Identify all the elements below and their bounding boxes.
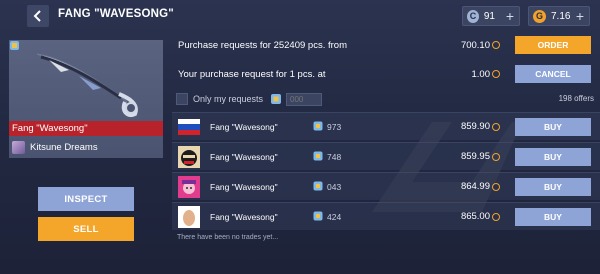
egg-icon bbox=[178, 206, 200, 228]
only-my-requests-checkbox[interactable] bbox=[176, 93, 188, 105]
float-icon bbox=[313, 211, 323, 221]
float-icon bbox=[313, 121, 323, 131]
silver-coin-icon: C bbox=[467, 9, 479, 23]
gold-coin-icon bbox=[492, 70, 500, 78]
gold-balance-value: 7.16 bbox=[551, 10, 571, 22]
your-price-value: 1.00 bbox=[471, 68, 491, 80]
no-trades-note: There have been no trades yet... bbox=[177, 234, 279, 241]
collection-name: Kitsune Dreams bbox=[30, 141, 98, 153]
purchase-requests-text: Purchase requests for 252409 pcs. from bbox=[178, 39, 347, 51]
offer-price-value: 859.90 bbox=[460, 121, 490, 132]
offer-name: Fang "Wavesong" bbox=[210, 122, 278, 132]
back-button[interactable] bbox=[27, 5, 49, 27]
page-title: FANG "WAVESONG" bbox=[58, 8, 174, 20]
offer-float: 748 bbox=[327, 152, 342, 162]
item-name: Fang "Wavesong" bbox=[9, 121, 163, 136]
sell-button[interactable]: SELL bbox=[38, 217, 134, 241]
offer-float: 424 bbox=[327, 212, 342, 222]
buy-button[interactable]: BUY bbox=[515, 178, 591, 196]
add-gold-button[interactable]: + bbox=[576, 9, 584, 23]
purchase-requests-price: 700.10 bbox=[461, 40, 500, 51]
float-icon bbox=[313, 151, 323, 161]
offer-row: Fang "Wavesong" 973 859.90 BUY bbox=[172, 112, 600, 140]
purchase-requests-row: Purchase requests for 252409 pcs. from 7… bbox=[172, 32, 600, 58]
offer-float: 973 bbox=[327, 122, 342, 132]
avatar bbox=[178, 116, 200, 138]
pink-anime-character-icon bbox=[178, 176, 200, 198]
gold-balance: G 7.16 + bbox=[528, 6, 590, 26]
offer-row: Fang "Wavesong" 748 859.95 BUY bbox=[172, 142, 600, 170]
order-button[interactable]: ORDER bbox=[515, 36, 591, 54]
back-arrow-icon bbox=[33, 10, 41, 22]
buy-button[interactable]: BUY bbox=[515, 148, 591, 166]
avatar bbox=[178, 206, 200, 228]
top-bar: FANG "WAVESONG" C 91 + G 7.16 + bbox=[0, 0, 600, 32]
gold-coin-icon bbox=[492, 152, 500, 161]
avatar bbox=[178, 176, 200, 198]
knife-image bbox=[36, 53, 138, 117]
gold-coin-icon bbox=[492, 122, 500, 131]
offer-price-value: 859.95 bbox=[460, 151, 490, 162]
offer-price-value: 864.99 bbox=[460, 181, 490, 192]
offer-price: 865.00 bbox=[461, 211, 500, 222]
collection-label: Kitsune Dreams bbox=[9, 139, 163, 155]
offer-price: 864.99 bbox=[461, 181, 500, 192]
offer-row: Fang "Wavesong" 043 864.99 BUY bbox=[172, 172, 600, 200]
offer-float: 043 bbox=[327, 182, 342, 192]
add-silver-button[interactable]: + bbox=[506, 9, 514, 23]
purchase-price-value: 700.10 bbox=[460, 39, 490, 51]
your-request-price: 1.00 bbox=[471, 68, 500, 80]
offer-price-value: 865.00 bbox=[460, 211, 490, 222]
collection-icon bbox=[12, 140, 25, 154]
buy-button[interactable]: BUY bbox=[515, 118, 591, 136]
your-request-row: Your purchase request for 1 pcs. at 1.00… bbox=[172, 61, 600, 87]
float-filter-input[interactable] bbox=[286, 93, 322, 106]
offer-row: Fang "Wavesong" 424 865.00 BUY bbox=[172, 202, 600, 230]
float-icon bbox=[313, 181, 323, 191]
silver-balance-value: 91 bbox=[483, 10, 495, 22]
inspect-button[interactable]: INSPECT bbox=[38, 187, 134, 211]
gold-coin-icon: G bbox=[533, 9, 546, 23]
rarity-icon bbox=[10, 41, 19, 50]
silver-balance: C 91 + bbox=[462, 6, 520, 26]
gold-coin-icon bbox=[492, 41, 500, 49]
offer-price: 859.90 bbox=[461, 121, 500, 132]
cancel-button[interactable]: CANCEL bbox=[515, 65, 591, 83]
offers-count: 198 offers bbox=[558, 94, 594, 103]
only-my-requests-label: Only my requests bbox=[193, 94, 264, 104]
masked-character-icon bbox=[178, 146, 200, 168]
gold-coin-icon bbox=[492, 182, 500, 191]
offer-name: Fang "Wavesong" bbox=[210, 152, 278, 162]
buy-button[interactable]: BUY bbox=[515, 208, 591, 226]
market-panel: Purchase requests for 252409 pcs. from 7… bbox=[172, 32, 600, 274]
your-request-text: Your purchase request for 1 pcs. at bbox=[178, 68, 326, 80]
offer-name: Fang "Wavesong" bbox=[210, 212, 278, 222]
gold-coin-icon bbox=[492, 212, 500, 221]
avatar bbox=[178, 146, 200, 168]
russia-flag-icon bbox=[178, 119, 200, 135]
float-filter-icon bbox=[271, 94, 281, 104]
offer-name: Fang "Wavesong" bbox=[210, 182, 278, 192]
filter-row: Only my requests 198 offers bbox=[172, 91, 600, 109]
offer-price: 859.95 bbox=[461, 151, 500, 162]
